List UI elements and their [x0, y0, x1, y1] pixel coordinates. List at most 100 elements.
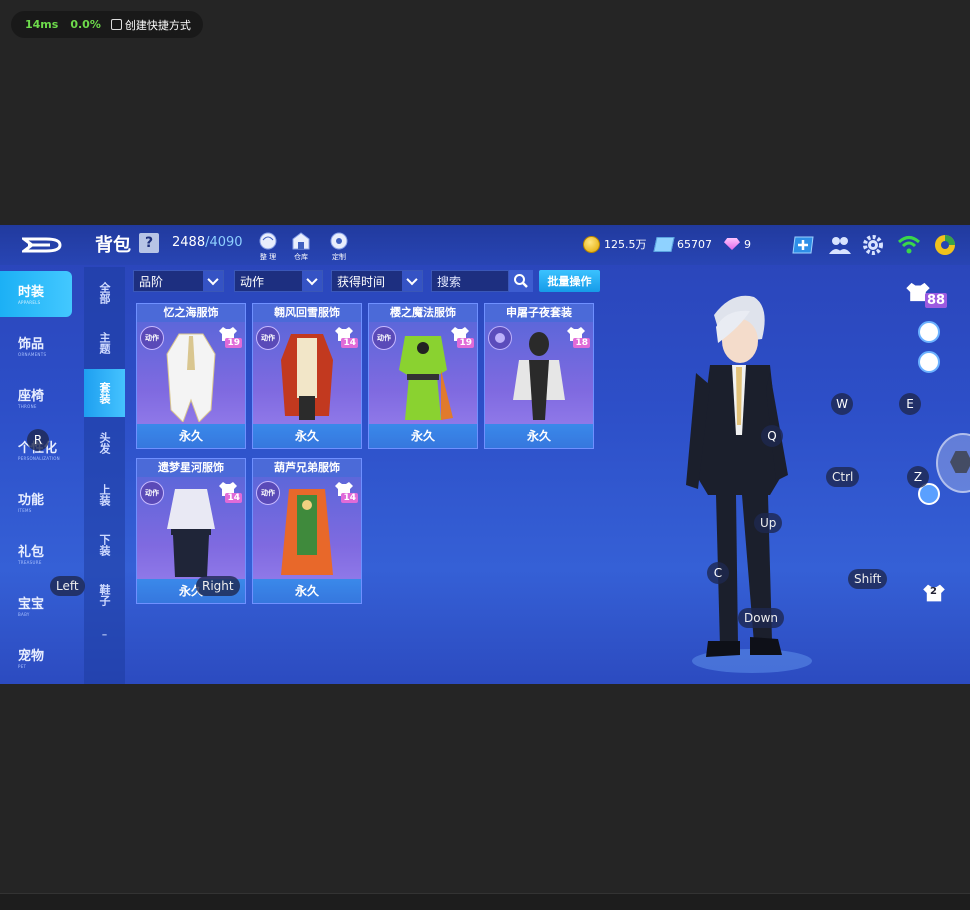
- key-q[interactable]: Q: [761, 425, 783, 447]
- tab-hair[interactable]: 头发: [84, 419, 125, 467]
- sidebar-item-sub: THRONE: [18, 404, 37, 409]
- sidebar-item-treasure[interactable]: 礼包 TREASURE: [0, 531, 78, 577]
- search-input[interactable]: 搜索: [431, 270, 509, 292]
- sidebar-item-pet[interactable]: 宠物 PET: [0, 635, 78, 681]
- sidebar-item-label: 座椅: [18, 389, 45, 404]
- add-button-icon[interactable]: [791, 233, 815, 257]
- outfit-preview-icon: [399, 336, 453, 420]
- level-value: 18: [573, 338, 590, 348]
- mount-icon[interactable]: [918, 321, 940, 343]
- tab-top[interactable]: 上装: [84, 471, 125, 519]
- card-name: 樱之魔法服饰: [369, 304, 477, 322]
- sidebar-item-items[interactable]: 功能 ITEMS: [0, 479, 78, 525]
- diamond-counter[interactable]: 9: [724, 235, 751, 253]
- duration-label: 永久: [369, 424, 477, 448]
- batch-operation-button[interactable]: 批量操作: [539, 270, 600, 292]
- ticket-value: 65707: [677, 237, 712, 251]
- level-value: 19: [225, 338, 242, 348]
- card-name: 遗梦星河服饰: [137, 459, 245, 477]
- sidebar-item-sub: APPARELS: [18, 300, 41, 305]
- duration-label: 永久: [485, 424, 593, 448]
- top-bar: 背包 ? 2488/4090 整 理 仓库 定制 125.5万 65707 9: [0, 225, 970, 265]
- key-right[interactable]: Right: [196, 576, 240, 596]
- search-button[interactable]: [509, 270, 533, 292]
- outfit-preview-icon: [166, 333, 216, 422]
- outfit-slot-2[interactable]: 2: [922, 582, 946, 606]
- ticket-icon: [653, 236, 675, 252]
- tab-shoes[interactable]: 鞋子: [84, 571, 125, 619]
- sidebar-item-label: 宠物: [18, 649, 45, 664]
- key-ctrl[interactable]: Ctrl: [826, 467, 860, 487]
- key-down[interactable]: Down: [738, 608, 785, 628]
- action-filter[interactable]: 动作: [234, 270, 323, 292]
- key-c[interactable]: C: [707, 562, 729, 584]
- tab-label: 鞋子: [98, 584, 111, 606]
- latency-value: 14ms: [25, 18, 59, 31]
- sidebar-item-throne[interactable]: 座椅 THRONE: [0, 375, 78, 421]
- custom-button[interactable]: 定制: [326, 230, 352, 262]
- friends-icon[interactable]: [828, 233, 852, 257]
- key-left[interactable]: Left: [50, 576, 85, 596]
- outfit-level-indicator[interactable]: 88: [905, 281, 948, 311]
- tab-theme[interactable]: 主题: [84, 319, 125, 367]
- settings-gear-icon[interactable]: [861, 233, 885, 257]
- tab-label: 全部: [98, 282, 111, 304]
- rotate-joystick[interactable]: [936, 433, 970, 493]
- key-w[interactable]: W: [831, 393, 853, 415]
- capacity-max: /4090: [205, 235, 243, 250]
- warehouse-button[interactable]: 仓库: [288, 230, 314, 262]
- chevron-down-icon: [402, 271, 422, 291]
- time-filter-label: 获得时间: [337, 274, 386, 289]
- gold-counter[interactable]: 125.5万: [583, 235, 647, 253]
- sidebar-item-sub: PET: [18, 664, 27, 669]
- help-button[interactable]: ?: [139, 233, 159, 253]
- tab-bottom[interactable]: 下装: [84, 521, 125, 569]
- quality-filter[interactable]: 品阶: [133, 270, 224, 292]
- key-r[interactable]: R: [27, 429, 49, 451]
- page-title: 背包: [95, 235, 131, 256]
- time-filter[interactable]: 获得时间: [331, 270, 423, 292]
- tab-label: 上装: [98, 484, 111, 506]
- outfit-preview-icon: [167, 489, 215, 577]
- ticket-counter[interactable]: 65707: [653, 235, 712, 253]
- card-name: 申屠子夜套装: [485, 304, 593, 322]
- subcategory-tabs: 全部 主题 套装 头发 上装 下装 鞋子 –: [84, 267, 125, 684]
- outfit-card[interactable]: 翱风回雪服饰 动作 14 永久: [252, 303, 362, 449]
- tab-all[interactable]: 全部: [84, 269, 125, 317]
- capacity-used: 2488: [172, 235, 206, 250]
- custom-icon: [330, 232, 348, 250]
- outfit-card[interactable]: 樱之魔法服饰 动作 19 永久: [368, 303, 478, 449]
- key-shift[interactable]: Shift: [848, 569, 888, 589]
- shortcut-label: 创建快捷方式: [124, 18, 191, 32]
- outfit-card[interactable]: 葫芦兄弟服饰 动作 14 永久: [252, 458, 362, 604]
- key-z[interactable]: Z: [907, 466, 929, 488]
- level-value: 14: [341, 338, 358, 348]
- sidebar-item-sub: PERSONALIZATION: [18, 456, 60, 461]
- search-placeholder: 搜索: [437, 274, 462, 289]
- gold-value: 125.5万: [604, 238, 647, 251]
- outfit-card[interactable]: 申屠子夜套装 18 永久: [484, 303, 594, 449]
- outfit-preview-icon: [513, 332, 565, 420]
- tab-suit[interactable]: 套装: [84, 369, 125, 417]
- music-icon[interactable]: [918, 351, 940, 373]
- create-shortcut-button[interactable]: 创建快捷方式: [110, 17, 191, 33]
- scroll-more-indicator: –: [101, 627, 108, 641]
- duration-label: 永久: [253, 579, 361, 603]
- tab-label: 下装: [98, 534, 111, 556]
- outfit-card[interactable]: 忆之海服饰 动作 19 永久: [136, 303, 246, 449]
- sort-icon: [259, 232, 277, 250]
- key-e[interactable]: E: [899, 393, 921, 415]
- shortcut-icon: [110, 19, 122, 30]
- tab-label: 主题: [98, 332, 111, 354]
- outfit-preview-icon: [281, 489, 333, 575]
- sort-button[interactable]: 整 理: [255, 230, 281, 262]
- back-logo-icon[interactable]: [22, 233, 62, 257]
- sidebar-item-label: 宝宝: [18, 597, 45, 612]
- level-value: 14: [225, 493, 242, 503]
- sidebar-item-ornaments[interactable]: 饰品 ORNAMENTS: [0, 323, 78, 369]
- key-up[interactable]: Up: [754, 513, 783, 533]
- sidebar-item-apparel[interactable]: 时装 APPARELS: [0, 271, 72, 317]
- chevron-down-icon: [203, 271, 223, 291]
- sort-label: 整 理: [259, 253, 277, 261]
- warehouse-icon: [292, 232, 310, 250]
